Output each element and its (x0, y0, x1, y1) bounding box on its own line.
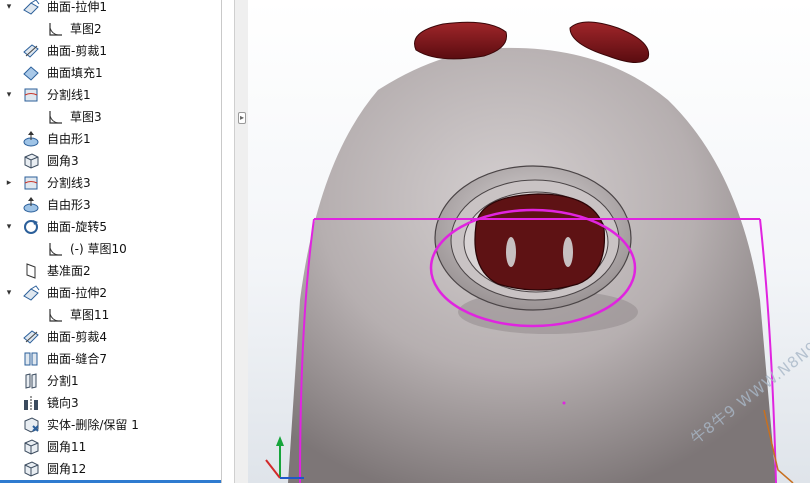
tree-item-19[interactable]: 镜向3 (0, 392, 221, 414)
tree-item-8[interactable]: 圆角3 (0, 150, 221, 172)
collapse-arrow-icon[interactable]: ▾ (4, 2, 14, 12)
freeform-icon (22, 196, 40, 214)
reference-plane-icon (22, 262, 40, 280)
tree-item-label: 圆角3 (47, 154, 79, 168)
mirror-icon (22, 394, 40, 412)
delete-body-icon (22, 416, 40, 434)
tree-item-20[interactable]: 实体-删除/保留 1 (0, 414, 221, 436)
tree-item-label: 曲面填充1 (47, 66, 103, 80)
tree-item-1[interactable]: ▾ 曲面-拉伸1 (0, 0, 221, 18)
tree-item-label: 草图2 (70, 22, 102, 36)
tree-item-11[interactable]: ▾ 曲面-旋转5 (0, 216, 221, 238)
collapse-arrow-icon[interactable]: ▾ (4, 90, 14, 100)
tree-item-18[interactable]: 分割1 (0, 370, 221, 392)
tree-item-label: 实体-删除/保留 1 (47, 418, 139, 432)
tree-item-3[interactable]: 曲面-剪裁1 (0, 40, 221, 62)
tree-item-14[interactable]: ▾ 曲面-拉伸2 (0, 282, 221, 304)
tree-item-label: 圆角11 (47, 440, 87, 454)
sketch-icon (46, 306, 64, 324)
nostril-left (506, 237, 516, 267)
tree-item-2[interactable]: 草图2 (0, 18, 221, 40)
collapse-arrow-icon[interactable]: ▾ (4, 288, 14, 298)
tree-item-5[interactable]: ▾ 分割线1 (0, 84, 221, 106)
nostril-right (563, 237, 573, 267)
tree-item-label: 自由形3 (47, 198, 91, 212)
split-line-icon (22, 86, 40, 104)
split-body-icon (22, 372, 40, 390)
panel-splitter[interactable]: ▸ (234, 0, 249, 483)
tree-item-22[interactable]: 圆角12 (0, 458, 221, 480)
tree-item-label: 基准面2 (47, 264, 91, 278)
tree-item-label: 圆角12 (47, 462, 87, 476)
tree-item-12[interactable]: (-) 草图10 (0, 238, 221, 260)
split-line-icon (22, 174, 40, 192)
sketch-icon (46, 240, 64, 258)
tree-item-label: 曲面-拉伸1 (47, 0, 107, 14)
splitter-grip-icon[interactable]: ▸ (238, 112, 246, 124)
tree-item-9[interactable]: ▸ 分割线3 (0, 172, 221, 194)
tree-item-label: 曲面-缝合7 (47, 352, 107, 366)
tree-item-10[interactable]: 自由形3 (0, 194, 221, 216)
tree-item-label: 曲面-旋转5 (47, 220, 107, 234)
extrude-surface-icon (22, 0, 40, 16)
tree-item-label: 分割线3 (47, 176, 91, 190)
knit-surface-icon (22, 350, 40, 368)
tree-item-17[interactable]: 曲面-缝合7 (0, 348, 221, 370)
tree-item-16[interactable]: 曲面-剪裁4 (0, 326, 221, 348)
tree-item-7[interactable]: 自由形1 (0, 128, 221, 150)
tree-item-6[interactable]: 草图3 (0, 106, 221, 128)
collapse-arrow-icon[interactable]: ▾ (4, 222, 14, 232)
fill-surface-icon (22, 64, 40, 82)
sketch-icon (46, 108, 64, 126)
tree-item-label: 草图3 (70, 110, 102, 124)
snout-nose (474, 193, 606, 291)
tree-item-label: 曲面-剪裁1 (47, 44, 107, 58)
tree-item-label: 曲面-拉伸2 (47, 286, 107, 300)
tree-item-15[interactable]: 草图11 (0, 304, 221, 326)
feature-manager-tree: ▾ 曲面-拉伸1 草图2 曲面-剪裁1 曲面填充1 ▾ 分割线1 草图3 自由形1 圆角3 ▸ 分割线… (0, 0, 222, 483)
freeform-icon (22, 130, 40, 148)
trim-surface-icon (22, 328, 40, 346)
trim-surface-icon (22, 42, 40, 60)
fillet-icon (22, 438, 40, 456)
tree-item-13[interactable]: 基准面2 (0, 260, 221, 282)
tree-item-label: 自由形1 (47, 132, 91, 146)
tree-item-label: 曲面-剪裁4 (47, 330, 107, 344)
x-axis-icon (265, 459, 281, 479)
expand-arrow-icon[interactable]: ▸ (4, 178, 14, 188)
graphics-viewport[interactable]: 牛8牛9 WWW.N8N9.NET (248, 0, 810, 483)
tree-item-label: 草图11 (70, 308, 110, 322)
tree-item-label: 镜向3 (47, 396, 79, 410)
revolve-surface-icon (22, 218, 40, 236)
tree-item-21[interactable]: 圆角11 (0, 436, 221, 458)
extrude-surface-icon (22, 284, 40, 302)
tree-item-label: 分割线1 (47, 88, 91, 102)
fillet-icon (22, 460, 40, 478)
sketch-icon (46, 20, 64, 38)
tree-item-label: (-) 草图10 (70, 242, 127, 256)
tree-item-label: 分割1 (47, 374, 79, 388)
fillet-icon (22, 152, 40, 170)
tree-item-4[interactable]: 曲面填充1 (0, 62, 221, 84)
